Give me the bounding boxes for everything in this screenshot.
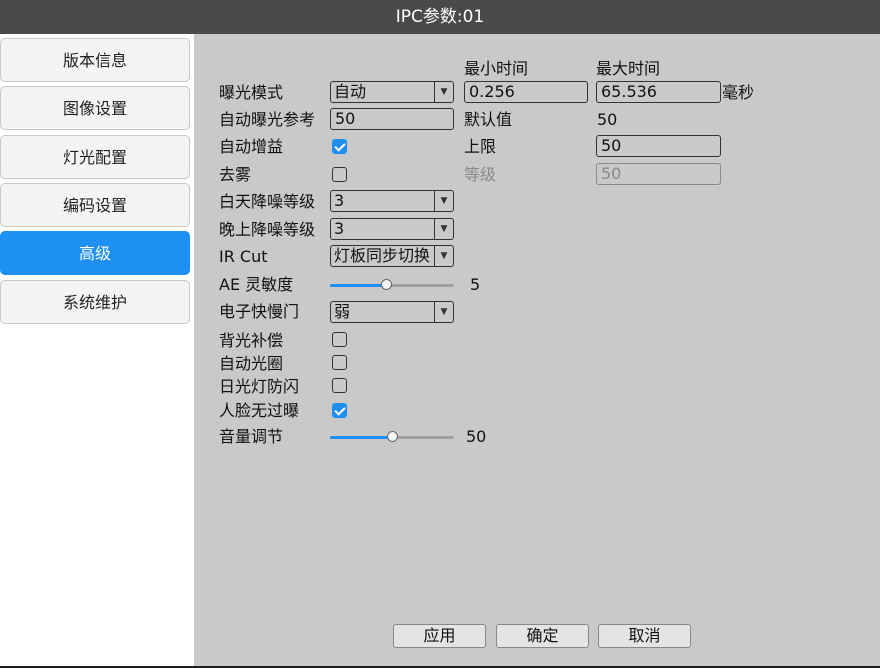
sidebar-item-advanced[interactable]: 高级 xyxy=(0,231,190,275)
electronic-shutter-select[interactable]: 弱 ▼ xyxy=(330,301,454,323)
time-unit-label: 毫秒 xyxy=(722,83,755,102)
auto-iris-checkbox[interactable] xyxy=(332,355,347,370)
exposure-mode-select[interactable]: 自动 ▼ xyxy=(330,81,454,103)
apply-button[interactable]: 应用 xyxy=(393,624,486,648)
day-nr-select[interactable]: 3 ▼ xyxy=(330,190,454,212)
slider-fill xyxy=(330,436,392,439)
chevron-down-icon: ▼ xyxy=(434,191,453,211)
sidebar-item-encoding-settings[interactable]: 编码设置 xyxy=(0,183,190,227)
exposure-mode-value: 自动 xyxy=(334,82,367,101)
gain-limit-label: 上限 xyxy=(464,137,497,156)
settings-panel: 最小时间 最大时间 曝光模式 自动 ▼ 0.256 65.536 毫秒 自动曝光… xyxy=(194,34,880,666)
electronic-shutter-value: 弱 xyxy=(334,302,351,321)
gain-limit-field[interactable]: 50 xyxy=(596,135,721,157)
min-time-header: 最小时间 xyxy=(464,59,529,78)
sidebar: 版本信息 图像设置 灯光配置 编码设置 高级 系统维护 xyxy=(0,34,194,666)
window-title: IPC参数:01 xyxy=(0,0,880,34)
day-nr-value: 3 xyxy=(334,191,345,210)
auto-gain-label: 自动增益 xyxy=(219,137,284,156)
auto-iris-label: 自动光圈 xyxy=(219,354,284,373)
volume-value: 50 xyxy=(466,427,487,446)
ae-sensitivity-label: AE 灵敏度 xyxy=(219,275,294,294)
ae-sensitivity-value: 5 xyxy=(470,275,481,294)
auto-exposure-ref-field[interactable]: 50 xyxy=(330,108,454,130)
ok-button[interactable]: 确定 xyxy=(496,624,589,648)
auto-exposure-ref-label: 自动曝光参考 xyxy=(219,110,316,129)
electronic-shutter-label: 电子快慢门 xyxy=(219,302,300,321)
face-no-overexposure-label: 人脸无过曝 xyxy=(219,401,300,420)
anti-flicker-checkbox[interactable] xyxy=(332,378,347,393)
day-nr-label: 白天降噪等级 xyxy=(219,192,316,211)
sidebar-item-system-maintenance[interactable]: 系统维护 xyxy=(0,280,190,324)
backlight-comp-checkbox[interactable] xyxy=(332,332,347,347)
defog-level-label: 等级 xyxy=(464,165,497,184)
sidebar-item-light-config[interactable]: 灯光配置 xyxy=(0,135,190,179)
min-time-field[interactable]: 0.256 xyxy=(464,81,588,103)
night-nr-label: 晚上降噪等级 xyxy=(219,220,316,239)
sidebar-item-image-settings[interactable]: 图像设置 xyxy=(0,86,190,130)
chevron-down-icon: ▼ xyxy=(434,219,453,239)
face-no-overexposure-checkbox[interactable] xyxy=(332,403,347,418)
default-value: 50 xyxy=(597,110,618,129)
max-time-field[interactable]: 65.536 xyxy=(596,81,721,103)
slider-knob[interactable] xyxy=(387,431,398,442)
cancel-button[interactable]: 取消 xyxy=(598,624,691,648)
chevron-down-icon: ▼ xyxy=(434,302,453,322)
max-time-header: 最大时间 xyxy=(596,59,661,78)
default-value-label: 默认值 xyxy=(464,110,513,129)
defog-label: 去雾 xyxy=(219,165,252,184)
ir-cut-value: 灯板同步切换 xyxy=(334,246,431,265)
chevron-down-icon: ▼ xyxy=(434,246,453,266)
anti-flicker-label: 日光灯防闪 xyxy=(219,377,300,396)
night-nr-select[interactable]: 3 ▼ xyxy=(330,218,454,240)
volume-label: 音量调节 xyxy=(219,427,284,446)
night-nr-value: 3 xyxy=(334,219,345,238)
chevron-down-icon: ▼ xyxy=(434,82,453,102)
ae-sensitivity-slider[interactable] xyxy=(330,278,454,292)
defog-checkbox[interactable] xyxy=(332,167,347,182)
volume-slider[interactable] xyxy=(330,430,454,444)
backlight-comp-label: 背光补偿 xyxy=(219,331,284,350)
sidebar-item-version-info[interactable]: 版本信息 xyxy=(0,38,190,82)
slider-fill xyxy=(330,284,386,287)
auto-gain-checkbox[interactable] xyxy=(332,139,347,154)
ir-cut-label: IR Cut xyxy=(219,247,268,266)
slider-knob[interactable] xyxy=(381,279,392,290)
exposure-mode-label: 曝光模式 xyxy=(219,83,284,102)
defog-level-field[interactable]: 50 xyxy=(596,163,721,185)
ir-cut-select[interactable]: 灯板同步切换 ▼ xyxy=(330,245,454,267)
